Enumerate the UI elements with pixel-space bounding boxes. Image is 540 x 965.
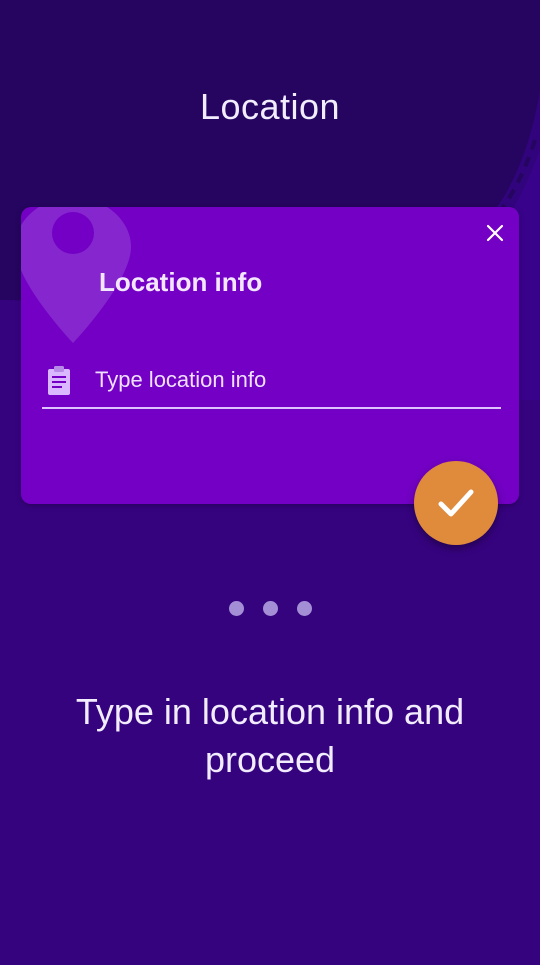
- close-icon[interactable]: [483, 221, 507, 245]
- clipboard-icon: [48, 366, 70, 395]
- location-info-card: Location info: [21, 207, 519, 504]
- location-info-input[interactable]: [95, 363, 495, 397]
- card-title: Location info: [99, 267, 263, 297]
- page-description: Type in location info and proceed: [75, 691, 465, 780]
- pager-dot-2[interactable]: [262, 601, 278, 616]
- confirm-button[interactable]: [414, 461, 498, 545]
- check-icon: [438, 489, 474, 517]
- page-title: Location: [199, 86, 341, 127]
- location-info-field: [42, 355, 501, 409]
- pager-dots: [0, 601, 540, 616]
- pager-dot-1[interactable]: [228, 601, 244, 616]
- pager-dot-3[interactable]: [296, 601, 312, 616]
